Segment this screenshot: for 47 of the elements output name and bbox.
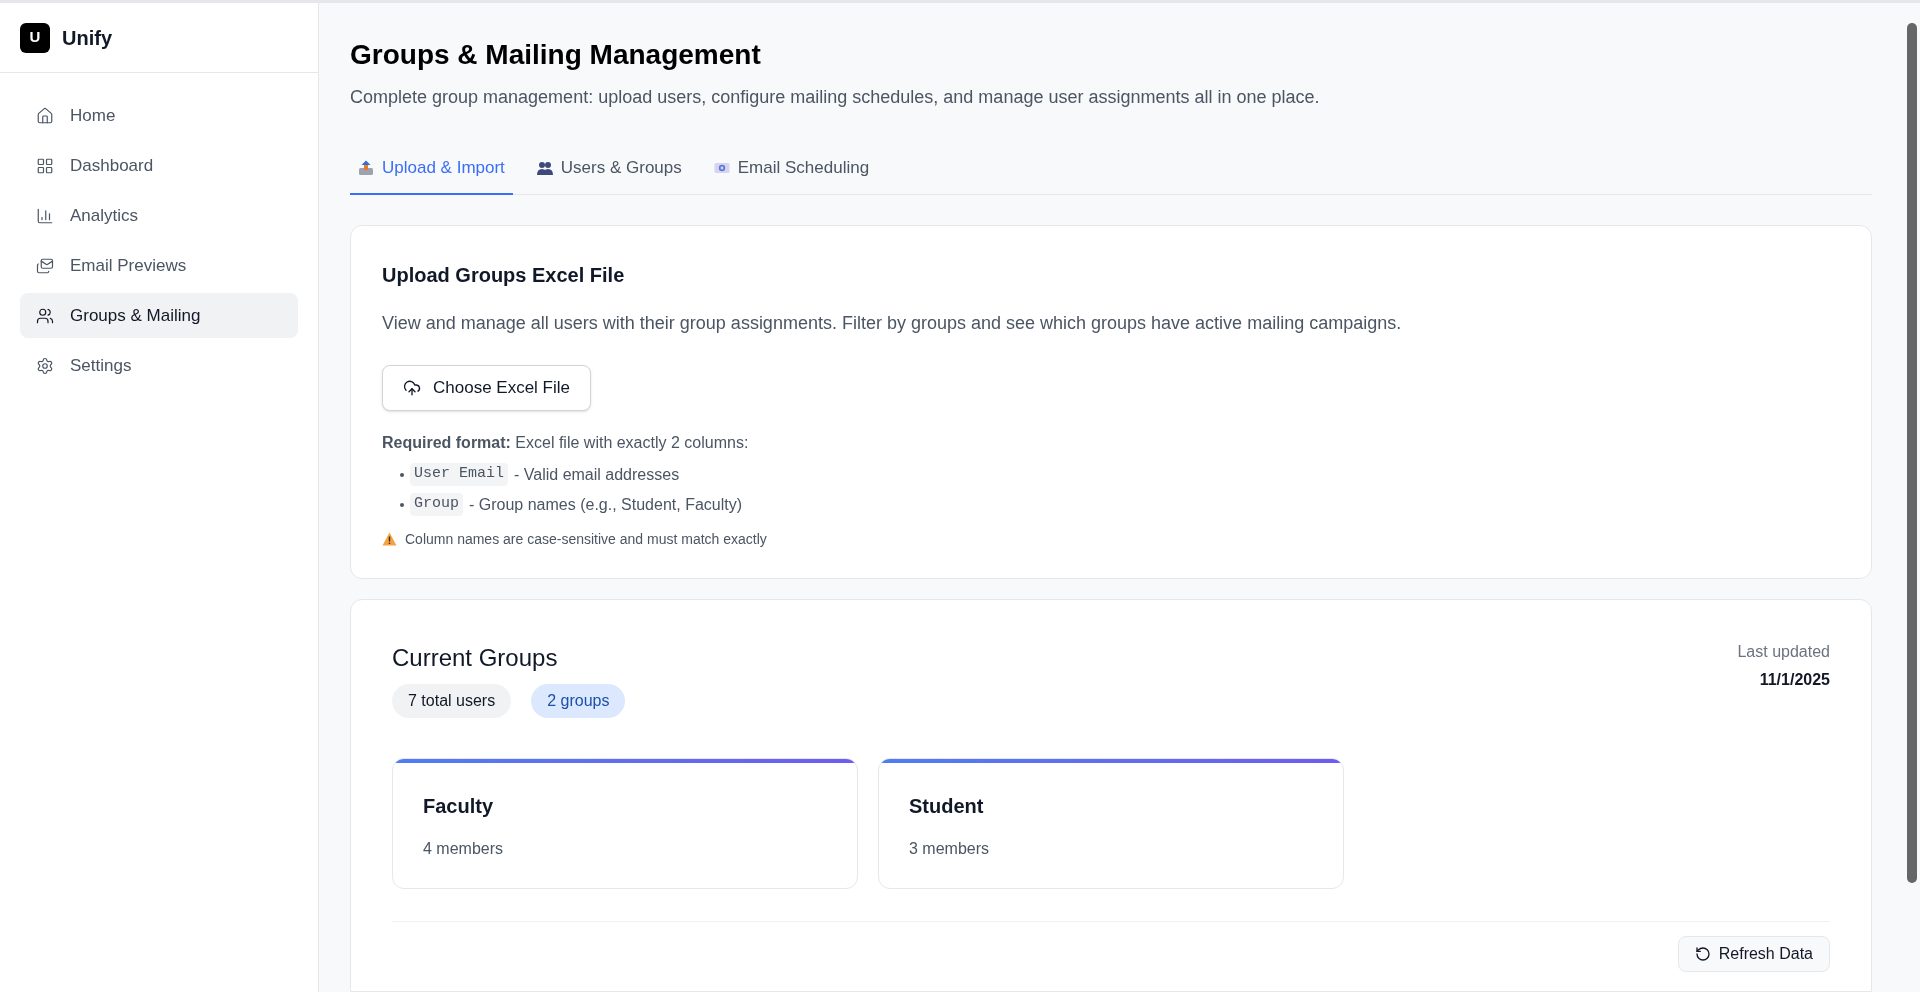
tab[interactable]: Users & Groups: [528, 155, 690, 195]
sidebar-item[interactable]: Email Previews: [20, 243, 298, 288]
sidebar-item[interactable]: Analytics: [20, 193, 298, 238]
people-icon: [536, 159, 553, 176]
refresh-icon: [1694, 945, 1711, 962]
column-description: - Group names (e.g., Student, Faculty): [469, 494, 743, 515]
warning-text: Column names are case-sensitive and must match exactly: [405, 529, 767, 549]
count-badge: 2 groups: [531, 683, 626, 718]
group-name: Faculty: [423, 793, 495, 819]
last-updated-date: 11/1/2025: [1758, 669, 1830, 690]
card-title: Upload Groups Excel File: [382, 262, 626, 288]
app-name: Unify: [62, 25, 112, 51]
settings-icon: [36, 356, 54, 375]
logo-icon: U: [20, 22, 50, 53]
bullet-icon: [400, 502, 404, 507]
bullet-icon: [400, 472, 404, 477]
refresh-button[interactable]: Refresh Data: [1677, 935, 1830, 972]
tab[interactable]: Upload & Import: [350, 155, 513, 195]
column-name: Group: [410, 493, 463, 516]
tab[interactable]: Email Scheduling: [705, 155, 878, 195]
upload-icon: [403, 378, 421, 397]
mail-icon: [36, 256, 54, 275]
format-note: Required format: Excel file with exactly 2 columns:: [382, 432, 750, 453]
warning-icon: [382, 532, 397, 546]
member-count: 3 members: [909, 838, 991, 859]
home-icon: [36, 106, 54, 125]
column-description: - Valid email addresses: [514, 464, 680, 485]
sidebar-item[interactable]: Home: [20, 93, 298, 138]
count-badge: 7 total users: [392, 683, 512, 718]
users-icon: [36, 306, 54, 325]
member-count: 4 members: [423, 838, 505, 859]
bar-chart-icon: [36, 206, 54, 225]
group-name: Student: [909, 793, 985, 819]
dashboard-icon: [36, 156, 54, 175]
sidebar-item[interactable]: Settings: [20, 343, 298, 388]
page-title: Groups & Mailing Management: [350, 38, 762, 72]
choose-file-button[interactable]: Choose Excel File: [382, 364, 591, 411]
column-name: User Email: [410, 463, 508, 486]
upload-tray-icon: [358, 159, 374, 176]
group-card[interactable]: Student 3 members: [878, 757, 1344, 889]
sidebar-item[interactable]: Groups & Mailing: [20, 293, 298, 338]
page-subtitle: Complete group management: upload users, configure mailing schedules, and manage user assignments all in one place.: [350, 86, 1321, 109]
card-description: View and manage all users with their group assignments. Filter by groups and see which groups have active mailing campaigns.: [382, 311, 1403, 335]
group-card[interactable]: Faculty 4 members: [392, 757, 858, 889]
section-title: Current Groups: [392, 642, 559, 673]
sidebar-item[interactable]: Dashboard: [20, 143, 298, 188]
last-updated-label: Last updated: [1737, 641, 1830, 662]
